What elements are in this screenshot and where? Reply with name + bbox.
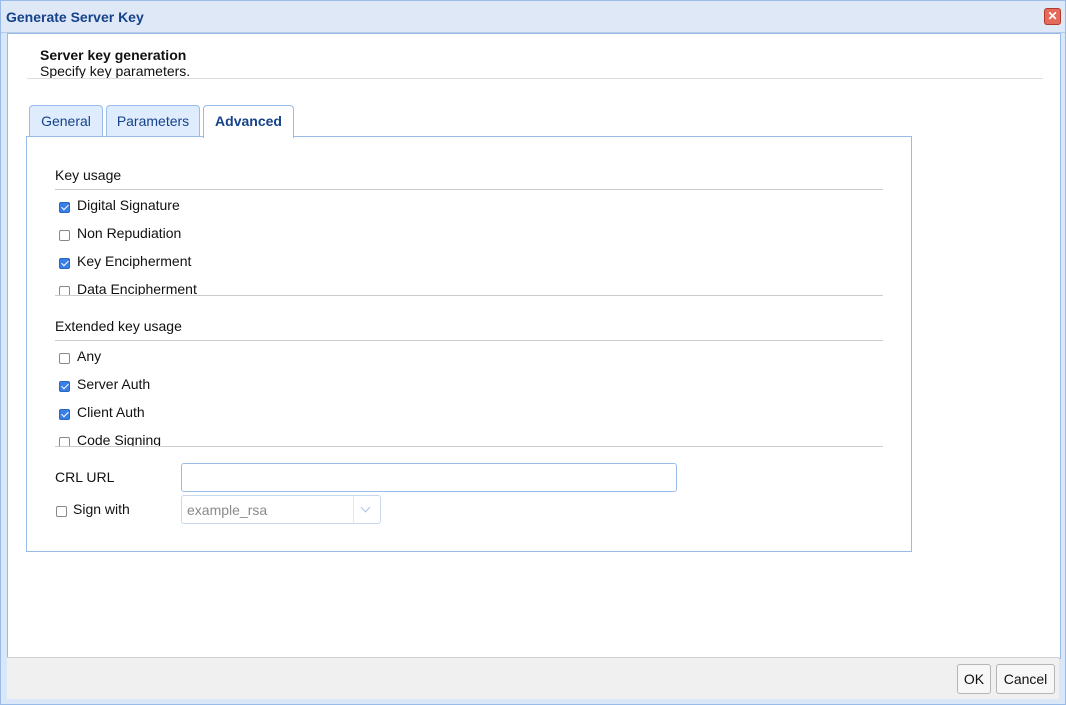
cancel-button[interactable]: Cancel xyxy=(996,664,1055,694)
chevron-down-icon[interactable] xyxy=(353,496,380,523)
checkbox-checked[interactable] xyxy=(59,258,70,269)
tab-advanced[interactable]: Advanced xyxy=(203,105,294,138)
key-usage-list[interactable]: Digital Signature Non Repudiation Key En… xyxy=(55,193,883,295)
dialog-title: Generate Server Key xyxy=(6,9,144,25)
title-bar[interactable]: Generate Server Key ✕ xyxy=(1,1,1065,33)
checkbox-checked[interactable] xyxy=(59,202,70,213)
key-usage-bottom-divider xyxy=(55,295,883,296)
sign-with-selected-value: example_rsa xyxy=(187,502,268,518)
checkbox-unchecked[interactable] xyxy=(59,230,70,241)
checkbox-unchecked[interactable] xyxy=(59,437,70,446)
key-usage-label: Key usage xyxy=(55,167,122,183)
key-usage-divider xyxy=(55,189,883,190)
section-title: Server key generation xyxy=(40,47,187,63)
sign-with-select[interactable]: example_rsa xyxy=(181,495,381,524)
tab-general[interactable]: General xyxy=(29,105,103,136)
checkbox-label: Data Encipherment xyxy=(77,281,197,295)
section-subtitle: Specify key parameters. xyxy=(40,63,191,79)
tab-parameters[interactable]: Parameters xyxy=(106,105,200,136)
advanced-panel: Key usage Digital Signature Non Repudiat… xyxy=(26,136,912,552)
checkbox-label: Any xyxy=(77,348,102,364)
dialog-body: Server key generation Specify key parame… xyxy=(7,33,1061,659)
extended-key-usage-list[interactable]: Any Server Auth Client Auth Code Signing xyxy=(55,344,883,446)
extended-key-usage-bottom-divider xyxy=(55,446,883,447)
generate-server-key-dialog: Generate Server Key ✕ Server key generat… xyxy=(0,0,1066,705)
checkbox-checked[interactable] xyxy=(59,409,70,420)
checkbox-unchecked[interactable] xyxy=(59,286,70,295)
checkbox-label: Server Auth xyxy=(77,376,151,392)
checkbox-label: Non Repudiation xyxy=(77,225,182,241)
sign-with-checkbox[interactable] xyxy=(56,506,67,517)
ok-button[interactable]: OK xyxy=(957,664,991,694)
checkbox-label: Code Signing xyxy=(77,432,162,446)
checkbox-label: Client Auth xyxy=(77,404,145,420)
crl-url-label: CRL URL xyxy=(55,469,115,485)
extended-key-usage-label: Extended key usage xyxy=(55,318,182,334)
close-icon[interactable]: ✕ xyxy=(1044,8,1061,25)
header-divider xyxy=(27,78,1043,79)
checkbox-label: Key Encipherment xyxy=(77,253,192,269)
sign-with-label: Sign with xyxy=(73,501,130,517)
extended-key-usage-divider xyxy=(55,340,883,341)
checkbox-label: Digital Signature xyxy=(77,197,180,213)
dialog-footer: OK Cancel xyxy=(7,657,1059,699)
checkbox-unchecked[interactable] xyxy=(59,353,70,364)
crl-url-input[interactable] xyxy=(181,463,677,492)
checkbox-checked[interactable] xyxy=(59,381,70,392)
